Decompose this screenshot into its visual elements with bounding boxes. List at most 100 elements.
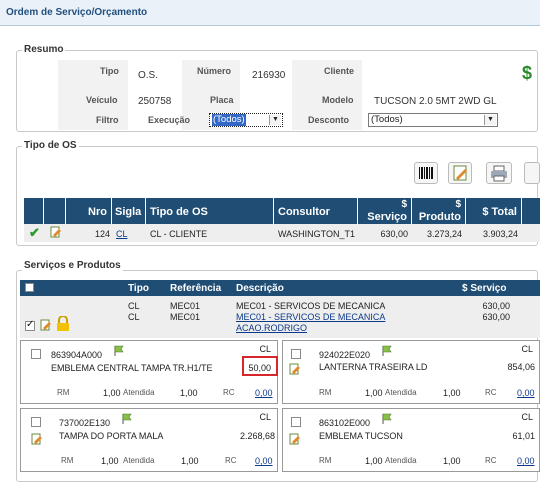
rc-link[interactable]: 0,00 — [255, 388, 273, 398]
item-card[interactable]: 924022E020 CL LANTERNA TRASEIRA LD 854,0… — [282, 340, 540, 404]
col-servico: Serviço — [367, 211, 407, 223]
item-valor: 61,01 — [512, 431, 535, 441]
rm-label: RM — [319, 388, 332, 397]
item-valor: 2.268,68 — [239, 431, 275, 441]
rc-link[interactable]: 0,00 — [255, 456, 273, 466]
tipo-value: O.S. — [138, 70, 159, 81]
item-desc: EMBLEMA TUCSON — [319, 431, 403, 441]
item-card[interactable]: 737002E130 CL TAMPA DO PORTA MALA 2.268,… — [20, 408, 278, 472]
svc-ref-2: MEC01 — [170, 312, 201, 322]
servico-row[interactable]: CL MEC01 MEC01 - SERVICOS DE MECANICA 63… — [20, 296, 540, 338]
atendida-label: Atendida — [385, 388, 417, 397]
lock-icon[interactable] — [56, 315, 70, 334]
edit-document-icon[interactable] — [524, 162, 540, 184]
svc-desc-1: MEC01 - SERVICOS DE MECANICA — [236, 301, 386, 311]
filtro-label: Filtro — [96, 115, 119, 125]
rm-qtd: 1,00 — [103, 388, 121, 398]
item-code: 863904A000 — [51, 350, 103, 360]
tipo-os-table-header: Nro Sigla Tipo de OS Consultor $ Serviço… — [24, 198, 540, 224]
item-code: 924022E020 — [319, 350, 371, 360]
item-checkbox[interactable] — [291, 349, 301, 359]
edit-item-icon[interactable] — [289, 433, 301, 447]
col-servico-sym: $ — [401, 199, 407, 210]
flag-icon[interactable] — [381, 413, 393, 427]
col-tipo: Tipo — [128, 283, 149, 294]
item-checkbox[interactable] — [291, 417, 301, 427]
rm-label: RM — [57, 388, 70, 397]
rm-qtd: 1,00 — [101, 456, 119, 466]
item-badge: CL — [521, 412, 533, 422]
placa-label: Placa — [210, 95, 234, 105]
rm-label: RM — [319, 456, 332, 465]
rc-label: RC — [485, 456, 497, 465]
numero-value: 216930 — [252, 70, 286, 81]
edit-item-icon[interactable] — [289, 363, 301, 377]
flag-icon[interactable] — [121, 413, 133, 427]
atendida-label: Atendida — [385, 456, 417, 465]
item-checkbox[interactable] — [31, 417, 41, 427]
item-code: 737002E130 — [59, 418, 111, 428]
svc-tipo-1: CL — [128, 301, 140, 311]
select-all-checkbox[interactable] — [25, 283, 34, 292]
item-code: 863102E000 — [319, 418, 371, 428]
window-title: Ordem de Serviço/Orçamento — [6, 7, 148, 18]
rc-link[interactable]: 0,00 — [517, 456, 535, 466]
svc-ref-1: MEC01 — [170, 301, 201, 311]
item-desc: EMBLEMA CENTRAL TAMPA TR.H1/TE — [51, 363, 213, 373]
desconto-select-value: (Todos) — [371, 114, 403, 125]
edit-row-icon[interactable] — [40, 319, 52, 333]
desconto-select[interactable]: (Todos) ▼ — [368, 113, 498, 127]
chevron-down-icon: ▼ — [484, 115, 496, 125]
edit-document-icon[interactable] — [448, 162, 472, 184]
item-valor: 854,06 — [507, 362, 535, 372]
row-consultor: WASHINGTON_T1 — [278, 229, 356, 239]
item-badge: CL — [521, 344, 533, 354]
dollar-icon[interactable]: $ — [522, 63, 532, 84]
printer-icon[interactable] — [486, 162, 512, 184]
tipo-os-row[interactable]: ✔ 124 CL CL - CLIENTE WASHINGTON_T1 630,… — [24, 224, 540, 242]
rm-qtd: 1,00 — [365, 388, 383, 398]
atendida-qtd: 1,00 — [443, 388, 461, 398]
atendida-qtd: 1,00 — [181, 456, 199, 466]
row-servico: 630,00 — [380, 229, 408, 239]
row-sigla-link[interactable]: CL — [116, 229, 128, 239]
edit-row-icon[interactable] — [50, 226, 62, 240]
item-checkbox[interactable] — [31, 349, 41, 359]
col-consultor: Consultor — [278, 206, 330, 218]
row-total: 3.903,24 — [482, 229, 518, 239]
barcode-icon[interactable] — [414, 162, 438, 184]
atendida-qtd: 1,00 — [443, 456, 461, 466]
execucao-select[interactable]: (Todos) ▼ — [209, 113, 283, 127]
window-titlebar: Ordem de Serviço/Orçamento — [0, 0, 540, 26]
item-card[interactable]: 863102E000 CL EMBLEMA TUCSON 61,01 RM 1,… — [282, 408, 540, 472]
col-tipo-os: Tipo de OS — [150, 206, 208, 218]
item-badge: CL — [259, 344, 271, 354]
col-total: $ Total — [482, 206, 517, 218]
veiculo-value: 250758 — [138, 96, 172, 107]
flag-icon[interactable] — [113, 345, 125, 359]
chevron-down-icon: ▼ — [269, 115, 281, 125]
svc-desc-2-link[interactable]: MEC01 - SERVICOS DE MECANICA — [236, 312, 385, 322]
rm-qtd: 1,00 — [365, 456, 383, 466]
col-produto: Produto — [418, 211, 461, 223]
servicos-table-header: Tipo Referência Descrição $ Serviço — [20, 280, 540, 296]
svc-row-checkbox[interactable] — [25, 319, 35, 331]
tipo-label: Tipo — [100, 66, 119, 76]
item-badge: CL — [259, 412, 271, 422]
col-referencia: Referência — [170, 283, 222, 294]
edit-item-icon[interactable] — [31, 433, 43, 447]
item-card[interactable]: 863904A000 CL EMBLEMA CENTRAL TAMPA TR.H… — [20, 340, 278, 404]
svc-desc-2-operator-link[interactable]: ACAO.RODRIGO — [236, 323, 307, 333]
rc-label: RC — [225, 456, 237, 465]
numero-label: Número — [197, 66, 232, 76]
check-icon[interactable]: ✔ — [29, 225, 40, 241]
rc-label: RC — [223, 388, 235, 397]
veiculo-label: Veículo — [86, 95, 118, 105]
rc-link[interactable]: 0,00 — [517, 388, 535, 398]
col-nro: Nro — [88, 206, 107, 218]
desconto-label: Desconto — [308, 115, 350, 125]
atendida-label: Atendida — [123, 388, 155, 397]
row-produto: 3.273,24 — [426, 229, 462, 239]
highlight-box — [242, 356, 278, 376]
flag-icon[interactable] — [381, 345, 393, 359]
